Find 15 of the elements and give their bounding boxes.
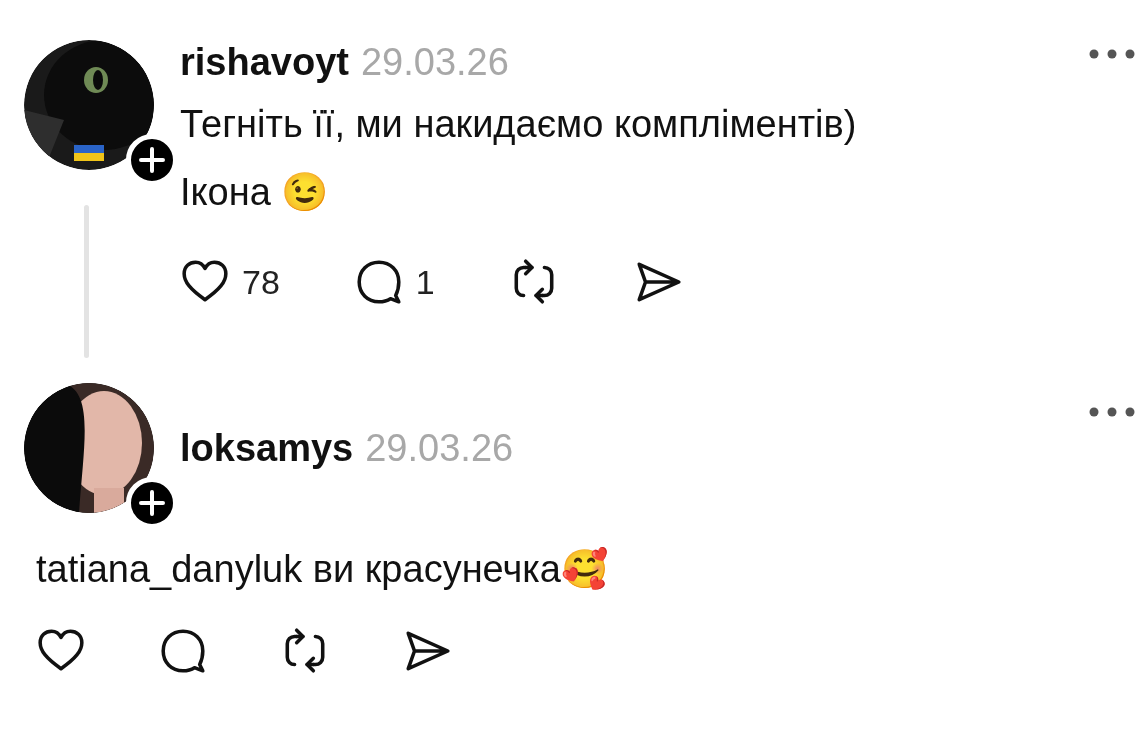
like-button[interactable]: 78 xyxy=(180,257,280,307)
comment-text: Тегніть її, ми накидаємо компліментів) xyxy=(180,102,858,147)
username[interactable]: loksamys xyxy=(180,426,354,470)
more-icon xyxy=(1089,406,1135,418)
plus-icon xyxy=(139,147,165,173)
comment-date: 29.03.26 xyxy=(360,40,509,84)
comment-icon xyxy=(158,626,208,676)
comment-text: Ікона 😉 xyxy=(180,170,330,215)
comment-text: tatiana_danyluk ви красунечка🥰 xyxy=(36,546,609,592)
comment-date: 29.03.26 xyxy=(365,426,514,470)
reply-button[interactable]: 1 xyxy=(353,257,435,307)
plus-icon xyxy=(139,490,165,516)
username[interactable]: rishavoyt xyxy=(180,40,349,84)
more-icon xyxy=(1089,48,1135,60)
reply-button[interactable] xyxy=(158,626,208,676)
